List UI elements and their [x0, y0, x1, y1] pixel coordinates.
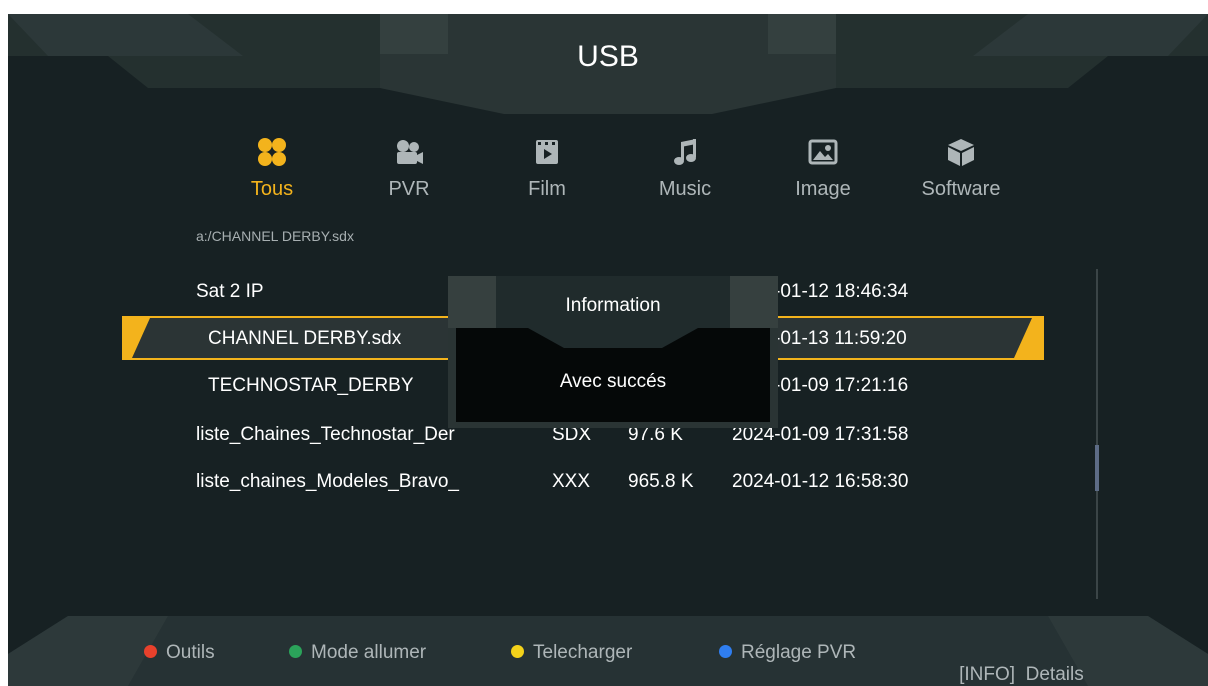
file-type: XXX [552, 471, 591, 492]
music-note-icon [674, 139, 696, 165]
green-button-icon [289, 645, 302, 658]
hint-label: Mode allumer [311, 642, 427, 663]
hint-label: Outils [166, 642, 215, 663]
red-button-icon [144, 645, 157, 658]
hint-telecharger[interactable]: Telecharger [511, 642, 632, 664]
usb-screen: USB Tous PVR Film Music Image Software a… [8, 14, 1208, 686]
tab-software[interactable]: Software [906, 136, 1016, 201]
tab-film[interactable]: Film [492, 136, 602, 201]
tab-tous[interactable]: Tous [217, 136, 327, 201]
file-row[interactable]: liste_chaines_Modeles_Bravo_ XXX 965.8 K… [8, 462, 1108, 502]
yellow-button-icon [511, 645, 524, 658]
tab-music[interactable]: Music [630, 136, 740, 201]
tab-label: PVR [388, 178, 430, 200]
hint-reglage-pvr[interactable]: Réglage PVR [719, 642, 856, 664]
video-camera-icon [397, 140, 423, 164]
file-date: -01-13 11:59:20 [774, 328, 907, 349]
hint-outils[interactable]: Outils [144, 642, 215, 664]
image-icon [808, 139, 838, 165]
tab-label: Image [795, 178, 851, 200]
file-date: -01-09 17:21:16 [774, 375, 909, 396]
current-path: a:/CHANNEL DERBY.sdx [196, 228, 354, 244]
hint-mode-allumer[interactable]: Mode allumer [289, 642, 426, 664]
hint-label: Telecharger [533, 642, 633, 663]
film-icon [536, 140, 558, 164]
hint-label: Réglage PVR [741, 642, 857, 663]
dialog-message: Avec succés [559, 371, 667, 392]
file-date: -01-12 18:46:34 [774, 281, 909, 302]
file-name: Sat 2 IP [196, 281, 264, 302]
tab-label: Tous [250, 178, 294, 200]
hint-info-details[interactable]: [INFO] Details [938, 642, 1084, 686]
blue-button-icon [719, 645, 732, 658]
scrollbar-track[interactable] [1096, 269, 1098, 599]
information-dialog: Information Avec succés [448, 276, 778, 428]
hint-label: [INFO] Details [959, 664, 1084, 685]
file-size: 965.8 K [628, 471, 694, 492]
tab-pvr[interactable]: PVR [354, 136, 464, 201]
file-date: 2024-01-12 16:58:30 [732, 471, 909, 492]
page-title: USB [577, 40, 639, 73]
tab-image[interactable]: Image [768, 136, 878, 201]
all-grid-icon [258, 138, 286, 166]
file-name: liste_Chaines_Technostar_Der [196, 424, 455, 445]
dialog-title: Information [565, 295, 661, 316]
tab-label: Film [528, 178, 566, 200]
file-name: liste_chaines_Modeles_Bravo_ [196, 471, 459, 492]
tab-label: Software [921, 178, 1001, 200]
tab-label: Music [658, 178, 712, 200]
file-name: CHANNEL DERBY.sdx [208, 328, 402, 349]
scrollbar-thumb[interactable] [1095, 445, 1099, 492]
software-box-icon [948, 139, 974, 166]
file-name: TECHNOSTAR_DERBY [208, 375, 414, 396]
